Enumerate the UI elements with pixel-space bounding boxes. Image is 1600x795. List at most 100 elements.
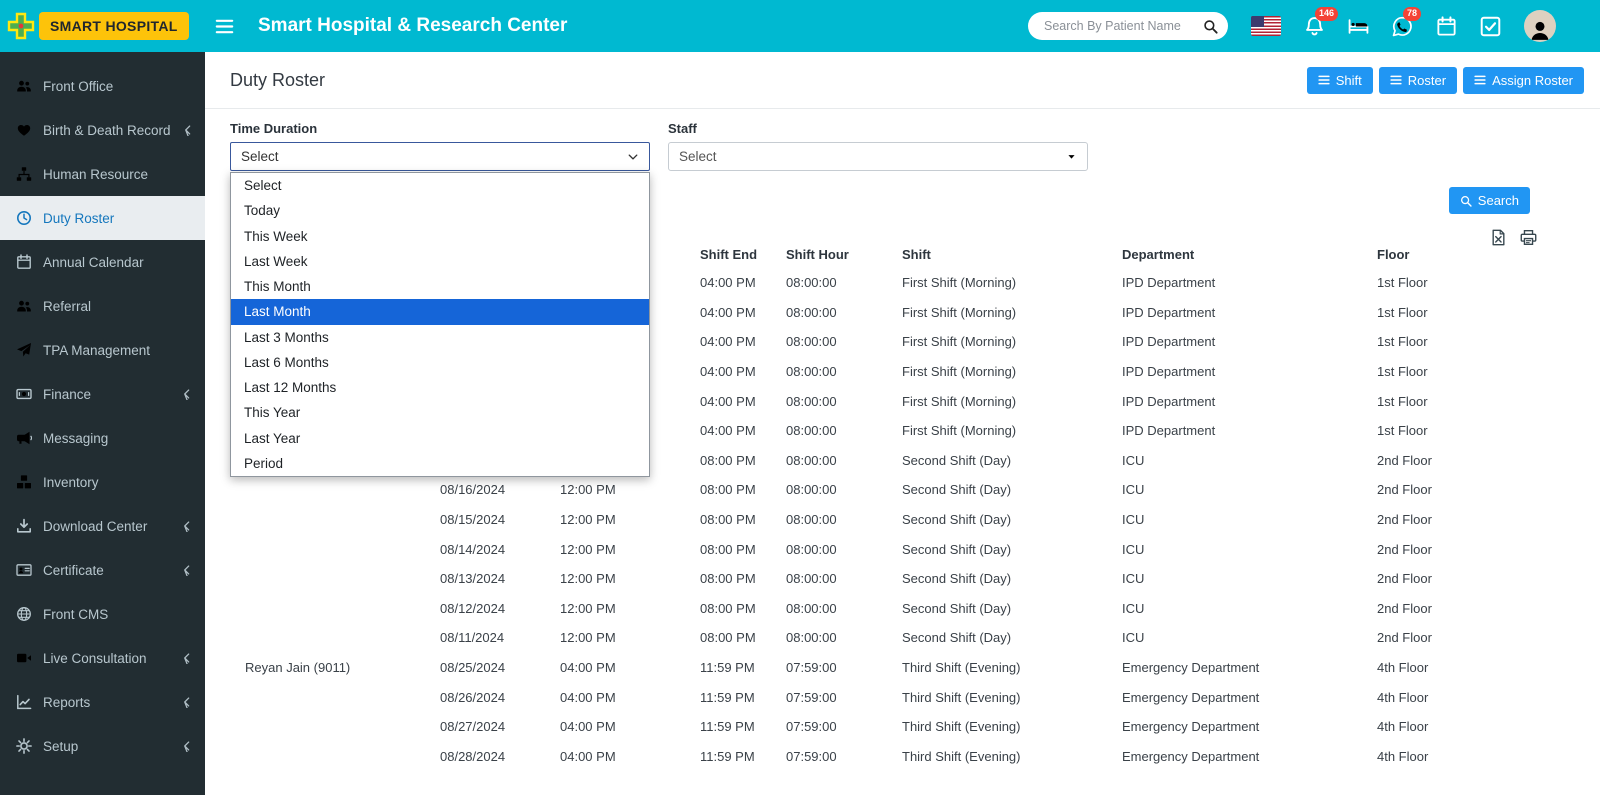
chevron-left-icon	[181, 520, 193, 532]
chevron-left-icon	[182, 124, 194, 136]
chevron-left-icon	[181, 564, 193, 576]
dropdown-option[interactable]: Select	[231, 173, 649, 198]
cell-date: 08/11/2024	[438, 630, 558, 645]
cell-floor: 4th Floor	[1375, 690, 1537, 705]
cell-shift-hour: 08:00:00	[784, 394, 900, 409]
dropdown-option[interactable]: This Week	[231, 224, 649, 249]
cell-shift-hour: 08:00:00	[784, 423, 900, 438]
sidebar-item[interactable]: Inventory	[0, 460, 205, 504]
brand-logo[interactable]: SMART HOSPITAL	[0, 11, 199, 41]
cell-date: 08/28/2024	[438, 749, 558, 764]
cell-shift-end: 11:59 PM	[698, 749, 784, 764]
header-icon-button[interactable]: 78	[1392, 16, 1413, 37]
cell-department: IPD Department	[1120, 334, 1375, 349]
cell-department: IPD Department	[1120, 423, 1375, 438]
sidebar-item[interactable]: Front CMS	[0, 592, 205, 636]
search-button[interactable]: Search	[1449, 187, 1530, 214]
cell-shift-hour: 07:59:00	[784, 690, 900, 705]
action-button[interactable]: Shift	[1307, 67, 1373, 94]
sidebar-item[interactable]: Duty Roster	[0, 196, 205, 240]
dropdown-option[interactable]: Today	[231, 198, 649, 223]
action-button[interactable]: Assign Roster	[1463, 67, 1584, 94]
header-icon-button[interactable]: 146	[1304, 16, 1325, 37]
cell-staff: Reyan Jain (9011)	[230, 660, 438, 675]
cell-shift-hour: 07:59:00	[784, 749, 900, 764]
cell-shift: Second Shift (Day)	[900, 482, 1120, 497]
header-icon-button[interactable]	[1348, 16, 1369, 37]
sidebar-item[interactable]: Referral	[0, 284, 205, 328]
cell-floor: 2nd Floor	[1375, 482, 1537, 497]
paper-plane-icon	[16, 342, 32, 358]
cell-department: Emergency Department	[1120, 660, 1375, 675]
cell-floor: 4th Floor	[1375, 749, 1537, 764]
cell-shift: First Shift (Morning)	[900, 394, 1120, 409]
sidebar-item[interactable]: Front Office	[0, 64, 205, 108]
hospital-plus-icon	[6, 11, 36, 41]
column-header: Floor	[1375, 247, 1537, 262]
sidebar-item-label: Download Center	[43, 519, 147, 534]
search-icon	[1460, 195, 1472, 207]
sidebar-item[interactable]: Human Resource	[0, 152, 205, 196]
notification-badge: 78	[1403, 7, 1421, 21]
dropdown-option[interactable]: Last 6 Months	[231, 350, 649, 375]
dropdown-option[interactable]: Last 3 Months	[231, 325, 649, 350]
sidebar-item[interactable]: Reports	[0, 680, 205, 724]
sidebar-item-label: Messaging	[43, 431, 108, 446]
cell-shift-end: 11:59 PM	[698, 660, 784, 675]
cell-floor: 2nd Floor	[1375, 571, 1537, 586]
dropdown-option[interactable]: Last 12 Months	[231, 375, 649, 400]
sidebar-item[interactable]: Birth & Death Record	[0, 108, 205, 152]
cell-shift-start: 04:00 PM	[558, 719, 698, 734]
staff-select[interactable]: Select	[668, 142, 1088, 171]
header-icon-button[interactable]	[1480, 16, 1501, 37]
patient-search-input[interactable]	[1042, 18, 1203, 34]
cell-shift-end: 04:00 PM	[698, 275, 784, 290]
sidebar-item[interactable]: Finance	[0, 372, 205, 416]
cell-shift: First Shift (Morning)	[900, 305, 1120, 320]
sidebar-item[interactable]: Download Center	[0, 504, 205, 548]
page-actions: Shift Roster Assign Roster	[1307, 67, 1584, 94]
sidebar-item[interactable]: Messaging	[0, 416, 205, 460]
cell-shift-end: 11:59 PM	[698, 690, 784, 705]
search-icon[interactable]	[1203, 19, 1218, 34]
cell-date: 08/14/2024	[438, 542, 558, 557]
cell-floor: 1st Floor	[1375, 305, 1537, 320]
table-row: 08/27/2024 04:00 PM 11:59 PM 07:59:00 Th…	[230, 712, 1537, 742]
dropdown-option[interactable]: Last Week	[231, 249, 649, 274]
cell-shift-hour: 08:00:00	[784, 275, 900, 290]
dropdown-option[interactable]: This Year	[231, 400, 649, 425]
time-duration-select[interactable]: Select	[230, 142, 650, 171]
sidebar-item-label: Human Resource	[43, 167, 148, 182]
sidebar-item[interactable]: Live Consultation	[0, 636, 205, 680]
dropdown-option[interactable]: Last Month	[231, 299, 649, 324]
cell-shift-end: 08:00 PM	[698, 571, 784, 586]
sidebar-item-label: Referral	[43, 299, 91, 314]
action-button[interactable]: Roster	[1379, 67, 1457, 94]
table-row: 08/28/2024 04:00 PM 11:59 PM 07:59:00 Th…	[230, 742, 1537, 772]
user-avatar[interactable]	[1524, 10, 1556, 42]
column-header: Shift	[900, 247, 1120, 262]
sidebar-item[interactable]: Annual Calendar	[0, 240, 205, 284]
language-flag-us[interactable]	[1251, 16, 1281, 36]
dropdown-option[interactable]: This Month	[231, 274, 649, 299]
list-icon	[1318, 74, 1330, 86]
cell-shift: Second Shift (Day)	[900, 601, 1120, 616]
cell-shift: Second Shift (Day)	[900, 571, 1120, 586]
sidebar-item[interactable]: TPA Management	[0, 328, 205, 372]
cell-floor: 2nd Floor	[1375, 542, 1537, 557]
cell-shift-start: 04:00 PM	[558, 749, 698, 764]
staff-select-value: Select	[679, 149, 717, 164]
cell-shift-start: 12:00 PM	[558, 482, 698, 497]
money-icon	[16, 386, 32, 402]
dropdown-option[interactable]: Period	[231, 451, 649, 476]
sidebar-item-label: Setup	[43, 739, 78, 754]
header-icon-button[interactable]	[1436, 16, 1457, 37]
dropdown-option[interactable]: Last Year	[231, 426, 649, 451]
list-icon	[1390, 74, 1402, 86]
cell-shift-hour: 08:00:00	[784, 601, 900, 616]
sidebar-item[interactable]: Certificate	[0, 548, 205, 592]
calendar-icon	[1436, 16, 1457, 37]
sidebar-toggle-button[interactable]	[215, 17, 234, 36]
gear-icon	[16, 738, 32, 754]
sidebar-item[interactable]: Setup	[0, 724, 205, 768]
